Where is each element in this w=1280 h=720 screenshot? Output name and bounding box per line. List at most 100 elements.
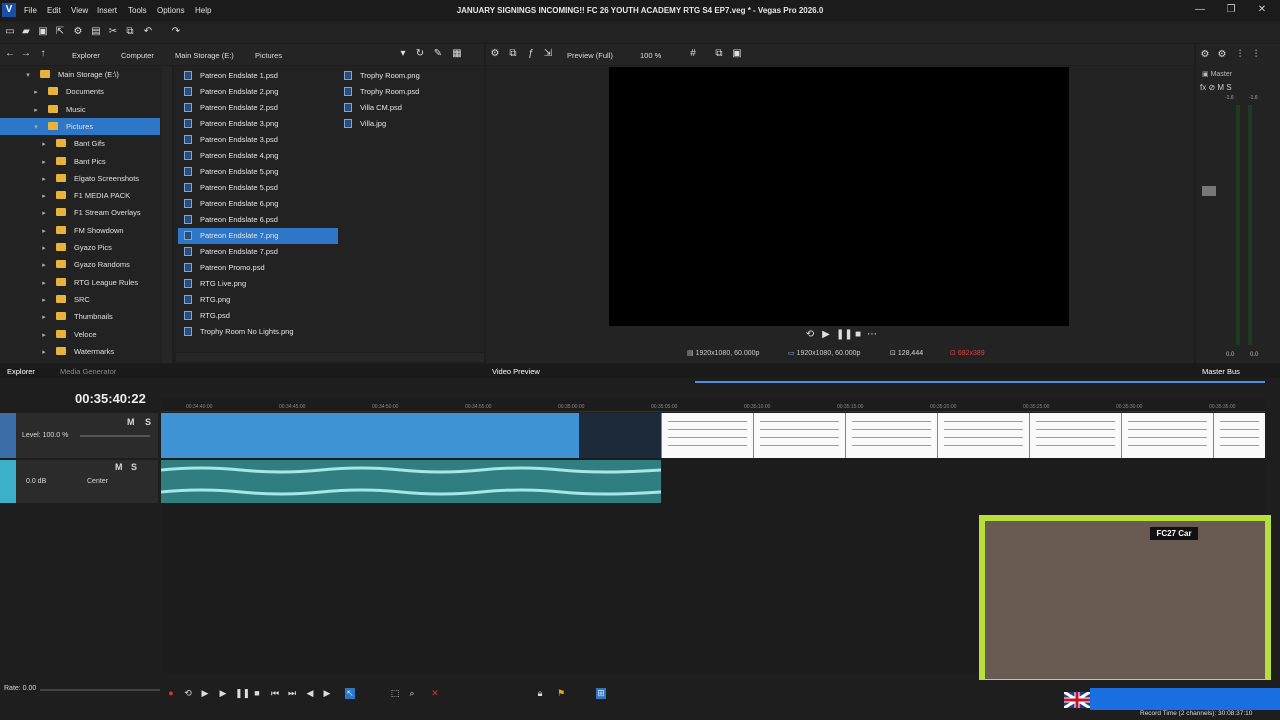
file-item[interactable]: Trophy Room.png xyxy=(338,68,478,84)
tree-item[interactable]: ▸ Gyazo Pics xyxy=(0,239,160,256)
file-item[interactable]: RTG.png xyxy=(178,292,338,308)
breadcrumb-main-storage[interactable]: Main Storage (E:) xyxy=(175,51,234,60)
audio-mute-button[interactable]: M xyxy=(115,462,123,472)
save-icon[interactable]: ▣ xyxy=(37,26,49,38)
chevron-right-icon[interactable]: ▸ xyxy=(40,154,48,171)
up-icon[interactable]: ↑ xyxy=(37,48,49,60)
file-item[interactable]: Patreon Endslate 5.psd xyxy=(178,180,338,196)
image-clip[interactable] xyxy=(937,413,1029,458)
chevron-right-icon[interactable]: ▸ xyxy=(40,136,48,153)
tab-media-generator[interactable]: Media Generator xyxy=(60,367,116,376)
view-icon[interactable]: ▦ xyxy=(451,48,463,60)
file-item[interactable]: Patreon Endslate 7.psd xyxy=(178,244,338,260)
chevron-right-icon[interactable]: ▸ xyxy=(40,292,48,309)
marker-icon[interactable]: ⚑ xyxy=(556,688,566,699)
tree-item[interactable]: ▸ FM Showdown xyxy=(0,222,160,239)
tree-item[interactable]: ▸ Documents xyxy=(0,83,160,100)
play-from-start-icon[interactable]: ▶ xyxy=(200,688,210,699)
file-item[interactable]: Patreon Endslate 2.png xyxy=(178,84,338,100)
save-snapshot-icon[interactable]: ▣ xyxy=(731,48,743,60)
preview-pause-icon[interactable]: ❚❚ xyxy=(836,329,853,341)
lock-icon[interactable]: 🔒︎ xyxy=(535,688,545,699)
tree-item[interactable]: ▸ SRC xyxy=(0,291,160,308)
chevron-right-icon[interactable]: ▸ xyxy=(40,257,48,274)
image-clip[interactable] xyxy=(845,413,937,458)
file-item[interactable]: Patreon Endslate 5.png xyxy=(178,164,338,180)
tree-item[interactable]: ▾ Main Storage (E:\) xyxy=(0,66,160,83)
chevron-down-icon[interactable]: ▾ xyxy=(397,48,409,60)
tree-item[interactable]: ▸ F1 Stream Overlays xyxy=(0,204,160,221)
stop-icon[interactable]: ■ xyxy=(252,688,262,698)
tree-item[interactable]: ▸ Music xyxy=(0,101,160,118)
tree-item[interactable]: ▸ Veloce xyxy=(0,326,160,343)
chevron-right-icon[interactable]: ▸ xyxy=(40,223,48,240)
file-item[interactable]: Trophy Room.psd xyxy=(338,84,478,100)
chevron-right-icon[interactable]: ▸ xyxy=(40,171,48,188)
render-icon[interactable]: ⇱ xyxy=(54,26,66,38)
prev-frame-icon[interactable]: ◀ xyxy=(305,688,315,699)
file-item[interactable]: RTG Live.png xyxy=(178,276,338,292)
chevron-right-icon[interactable]: ▸ xyxy=(40,275,48,292)
master-settings-icon[interactable]: ⚙ xyxy=(1199,49,1211,61)
fx-icon[interactable]: ƒ xyxy=(525,48,537,60)
tab-video-preview[interactable]: Video Preview xyxy=(492,367,540,376)
trim-icon[interactable]: ▤ xyxy=(90,26,102,38)
meter-icon[interactable]: ⫶ xyxy=(1250,49,1262,61)
timeline-overview-bar[interactable] xyxy=(695,381,1265,383)
file-item[interactable]: Patreon Endslate 7.png xyxy=(178,228,338,244)
file-item[interactable]: Villa.jpg xyxy=(338,116,478,132)
rate-slider[interactable] xyxy=(40,689,160,691)
video-level-slider[interactable] xyxy=(80,435,150,437)
copy-snapshot-icon[interactable]: ⧉ xyxy=(713,48,725,60)
chevron-down-icon[interactable]: ▾ xyxy=(32,119,40,136)
undo-icon[interactable]: ↶ xyxy=(142,26,154,38)
tree-item[interactable]: ▸ RTG League Rules xyxy=(0,274,160,291)
tree-item[interactable]: ▸ Bant Pics xyxy=(0,153,160,170)
external-monitor-icon[interactable]: ⧉ xyxy=(507,48,519,60)
next-frame-icon[interactable]: ▶ xyxy=(322,688,332,699)
breadcrumb-computer[interactable]: Computer xyxy=(121,51,154,60)
close-icon[interactable]: ✕ xyxy=(1255,4,1269,15)
preview-stop-icon[interactable]: ■ xyxy=(852,329,864,341)
split-screen-icon[interactable]: ⇲ xyxy=(542,48,554,60)
tab-master-bus[interactable]: Master Bus xyxy=(1202,367,1240,376)
file-item[interactable]: Patreon Endslate 1.psd xyxy=(178,68,338,84)
delete-icon[interactable]: ✕ xyxy=(430,688,440,699)
chevron-right-icon[interactable]: ▸ xyxy=(40,327,48,344)
refresh-icon[interactable]: ↻ xyxy=(414,48,426,60)
loop-playback-icon[interactable]: ⟲ xyxy=(183,688,193,699)
audio-clip[interactable] xyxy=(160,460,662,503)
play-icon[interactable]: ▶ xyxy=(218,688,228,699)
chevron-right-icon[interactable]: ▸ xyxy=(32,102,40,119)
master-fx-mute-solo[interactable]: fx ⊘ M S xyxy=(1200,83,1232,92)
tree-item[interactable]: ▸ Gyazo Randoms xyxy=(0,256,160,273)
tree-item[interactable]: ▾ Pictures xyxy=(0,117,160,136)
master-fader[interactable] xyxy=(1202,186,1216,196)
file-item[interactable]: Patreon Endslate 4.png xyxy=(178,148,338,164)
image-clip[interactable] xyxy=(661,413,753,458)
minimize-icon[interactable]: — xyxy=(1193,4,1207,15)
file-item[interactable]: Trophy Room No Lights.png xyxy=(178,324,338,340)
file-item[interactable]: Villa CM.psd xyxy=(338,100,478,116)
pause-icon[interactable]: ❚❚ xyxy=(235,688,250,699)
breadcrumb-explorer[interactable]: Explorer xyxy=(72,51,100,60)
file-item[interactable]: Patreon Endslate 6.psd xyxy=(178,212,338,228)
file-item[interactable]: RTG.psd xyxy=(178,308,338,324)
file-item[interactable]: Patreon Endslate 3.png xyxy=(178,116,338,132)
image-clip[interactable] xyxy=(753,413,845,458)
loop-icon[interactable]: ⟲ xyxy=(804,329,816,341)
go-to-start-icon[interactable]: ⏮ xyxy=(270,688,280,699)
chevron-right-icon[interactable]: ▸ xyxy=(40,188,48,205)
tree-scrollbar[interactable] xyxy=(162,66,172,363)
record-icon[interactable]: ● xyxy=(166,688,176,698)
copy-icon[interactable]: ⧉ xyxy=(124,26,136,38)
master-properties-icon[interactable]: ⚙ xyxy=(1216,49,1228,61)
video-clip-thumbnail[interactable] xyxy=(579,413,661,458)
tree-item[interactable]: ▸ Watermarks xyxy=(0,343,160,360)
more-icon[interactable]: ⋯ xyxy=(866,329,878,341)
image-clip[interactable] xyxy=(1121,413,1213,458)
tab-explorer[interactable]: Explorer xyxy=(7,367,35,376)
audio-solo-button[interactable]: S xyxy=(131,462,137,472)
video-clip[interactable] xyxy=(161,413,579,458)
chevron-down-icon[interactable]: ▾ xyxy=(24,67,32,84)
